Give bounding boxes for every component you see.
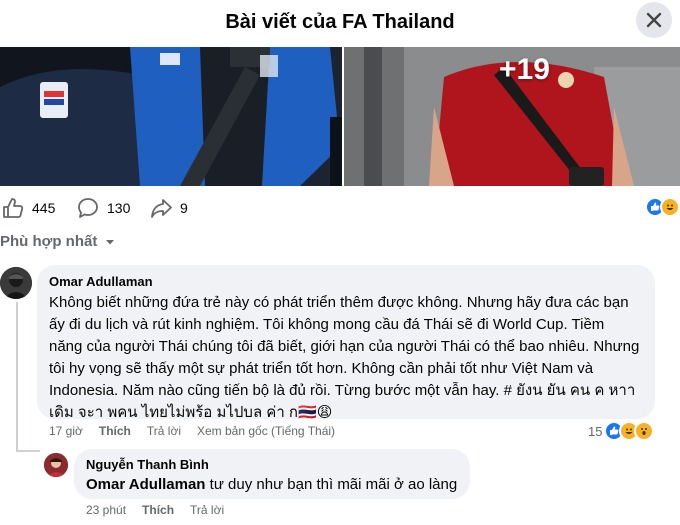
more-photos-count[interactable]: +19: [499, 53, 550, 87]
post-photos: +19: [0, 47, 680, 186]
comment-text: Không biết những đứa trẻ này có phát tri…: [49, 292, 643, 424]
comment-text-line: Không biết những đứa trẻ này có phát tri…: [49, 294, 629, 311]
share-stat[interactable]: 9: [150, 194, 188, 222]
close-button[interactable]: [636, 2, 672, 38]
chevron-down-icon: [106, 239, 115, 244]
comment-actions: 17 giờ Thích Trả lời Xem bản gốc (Tiếng …: [49, 424, 351, 438]
reaction-summary[interactable]: [645, 197, 680, 217]
reply-text-body: tư duy như bạn thì mãi mãi ở ao làng: [205, 476, 458, 493]
reply-bubble: Nguyễn Thanh Bình Omar Adullaman tư duy …: [74, 449, 470, 499]
reply-button[interactable]: Trả lời: [147, 424, 181, 438]
photo-players-image: [0, 47, 342, 186]
post-photo-1[interactable]: [0, 47, 342, 186]
comment-text-line: ấy đi du lịch và rút kinh nghiệm. Tôi kh…: [49, 316, 605, 333]
comment-icon: [78, 198, 98, 218]
comment-text-line: Indonesia. Năm nào cũng tiến bộ là đủ rồ…: [49, 382, 636, 399]
thread-line: [16, 302, 18, 452]
share-icon: [151, 199, 172, 218]
post-photo-2[interactable]: +19: [344, 47, 680, 186]
reply-button[interactable]: Trả lời: [190, 503, 224, 517]
thread-line-branch: [16, 450, 40, 452]
comment-stat[interactable]: 130: [77, 194, 130, 222]
reply-text: Omar Adullaman tư duy như bạn thì mãi mã…: [86, 474, 458, 496]
comment-text-line: năng của người Thái chúng tôi đã biết, g…: [49, 338, 640, 355]
reply-mention[interactable]: Omar Adullaman: [86, 476, 205, 493]
comment-sort-dropdown[interactable]: Phù hợp nhất: [0, 233, 117, 250]
dialog-header: Bài viết của FA Thailand: [0, 0, 680, 44]
comment-reaction-count: 15: [588, 423, 603, 439]
share-count: 9: [180, 200, 188, 216]
see-original-button[interactable]: Xem bản gốc (Tiếng Thái): [197, 424, 335, 438]
dialog-title: Bài viết của FA Thailand: [225, 10, 455, 33]
comment-text-line: tôi hy vọng sẽ thấy một sự phát triển tố…: [49, 360, 594, 377]
haha-reaction-icon: [660, 197, 680, 217]
wow-reaction-icon: [634, 421, 655, 441]
reply-time[interactable]: 23 phút: [86, 503, 126, 517]
reply-actions: 23 phút Thích Trả lời: [86, 503, 240, 517]
comment-reactions[interactable]: 15: [588, 421, 655, 441]
comment-author[interactable]: Omar Adullaman: [49, 274, 643, 289]
comment-time[interactable]: 17 giờ: [49, 424, 83, 438]
like-icon: [3, 198, 24, 218]
comment-text-line: เดิม จะา พคน ไทยไม่พร้อ มไปบล ค่า ก🇹🇭😩: [49, 404, 333, 421]
like-button[interactable]: Thích: [142, 503, 174, 517]
avatar[interactable]: [44, 453, 68, 477]
close-icon: [646, 12, 662, 28]
reply-author[interactable]: Nguyễn Thanh Bình: [86, 457, 458, 472]
like-count: 445: [32, 200, 56, 216]
comment-count: 130: [107, 200, 131, 216]
like-stat[interactable]: 445: [2, 194, 55, 222]
avatar[interactable]: [0, 267, 32, 299]
avatar-binh-image: [44, 453, 68, 477]
post-stats-bar: 445 130 9: [0, 194, 680, 222]
like-button[interactable]: Thích: [99, 424, 131, 438]
sort-label: Phù hợp nhất: [0, 233, 98, 250]
avatar-omar-image: [0, 267, 32, 299]
comment-bubble: Omar Adullaman Không biết những đứa trẻ …: [37, 265, 655, 421]
